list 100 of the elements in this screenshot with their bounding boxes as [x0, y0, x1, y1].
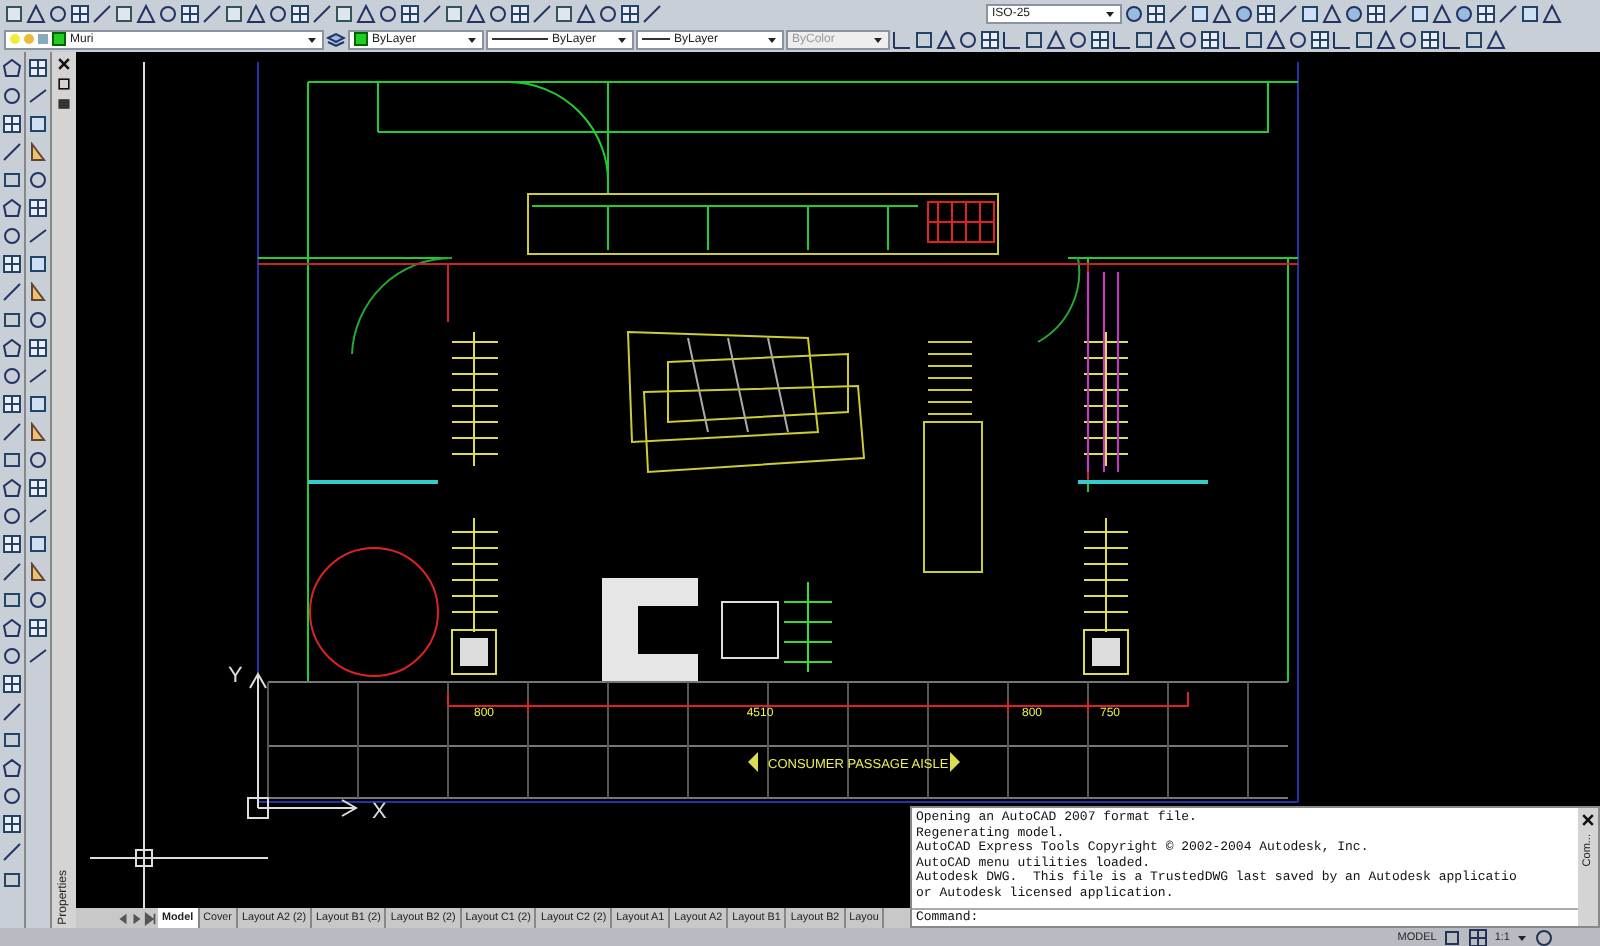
line-icon[interactable]	[2, 702, 22, 722]
grid-icon[interactable]	[2, 674, 22, 694]
square-icon[interactable]	[1442, 927, 1463, 946]
line-icon[interactable]	[2, 142, 22, 162]
circle-icon[interactable]	[1124, 3, 1144, 23]
square-icon[interactable]	[28, 534, 48, 554]
circle-icon[interactable]	[158, 3, 178, 23]
line-icon[interactable]	[28, 226, 48, 246]
square-icon[interactable]	[2, 450, 22, 470]
layers-icon[interactable]	[326, 29, 346, 49]
grid-icon[interactable]	[28, 478, 48, 498]
square-icon[interactable]	[914, 29, 934, 49]
line-icon[interactable]	[1112, 29, 1132, 49]
square-icon[interactable]	[2, 730, 22, 750]
square-icon[interactable]	[444, 3, 464, 23]
grid-icon[interactable]	[290, 3, 310, 23]
grid-icon[interactable]	[2, 814, 22, 834]
square-icon[interactable]	[224, 3, 244, 23]
circle-icon[interactable]	[378, 3, 398, 23]
line-icon[interactable]	[1222, 29, 1242, 49]
square-icon[interactable]	[554, 3, 574, 23]
caret-icon[interactable]	[766, 33, 778, 45]
line-icon[interactable]	[642, 3, 662, 23]
line-icon[interactable]	[532, 3, 552, 23]
square-icon[interactable]	[1244, 29, 1264, 49]
caret-icon[interactable]	[1104, 7, 1116, 19]
grid-icon[interactable]	[1420, 29, 1440, 49]
square-icon[interactable]	[1520, 3, 1540, 23]
circle-icon[interactable]	[488, 3, 508, 23]
circle-icon[interactable]	[28, 590, 48, 610]
line-icon[interactable]	[28, 506, 48, 526]
circle-icon[interactable]	[48, 3, 68, 23]
line-icon[interactable]	[2, 422, 22, 442]
line-icon[interactable]	[892, 29, 912, 49]
grid-icon[interactable]	[1090, 29, 1110, 49]
circle-icon[interactable]	[958, 29, 978, 49]
grid-icon[interactable]	[1310, 29, 1330, 49]
line-icon[interactable]	[202, 3, 222, 23]
circle-icon[interactable]	[2, 86, 22, 106]
circle-icon[interactable]	[2, 366, 22, 386]
line-icon[interactable]	[2, 562, 22, 582]
caret-icon[interactable]	[306, 33, 318, 45]
square-icon[interactable]	[114, 3, 134, 23]
caret-icon[interactable]	[466, 33, 478, 45]
grid-icon[interactable]	[1200, 29, 1220, 49]
circle-icon[interactable]	[268, 3, 288, 23]
line-icon[interactable]	[312, 3, 332, 23]
line-icon[interactable]	[1278, 3, 1298, 23]
circle-icon[interactable]	[28, 170, 48, 190]
grid-icon[interactable]	[1366, 3, 1386, 23]
square-icon[interactable]	[2, 170, 22, 190]
square-icon[interactable]	[1134, 29, 1154, 49]
square-icon[interactable]	[1190, 3, 1210, 23]
grid-icon[interactable]	[2, 114, 22, 134]
circle-icon[interactable]	[1178, 29, 1198, 49]
square-icon[interactable]	[334, 3, 354, 23]
line-icon[interactable]	[1388, 3, 1408, 23]
square-icon[interactable]	[2, 870, 22, 890]
circle-icon[interactable]	[1398, 29, 1418, 49]
line-icon[interactable]	[92, 3, 112, 23]
square-icon[interactable]	[2, 590, 22, 610]
line-icon[interactable]	[2, 842, 22, 862]
grid-icon[interactable]	[2, 394, 22, 414]
square-icon[interactable]	[1354, 29, 1374, 49]
line-icon[interactable]	[2, 282, 22, 302]
line-icon[interactable]	[28, 646, 48, 666]
grid-icon[interactable]	[620, 3, 640, 23]
grid-icon[interactable]	[28, 338, 48, 358]
close-icon[interactable]	[56, 56, 72, 72]
circle-icon[interactable]	[28, 310, 48, 330]
grid-icon[interactable]	[1468, 927, 1489, 946]
square-icon[interactable]	[28, 114, 48, 134]
line-icon[interactable]	[1332, 29, 1352, 49]
grid-icon[interactable]	[28, 198, 48, 218]
grid-icon[interactable]	[400, 3, 420, 23]
grid-icon[interactable]	[28, 618, 48, 638]
grid-icon[interactable]	[510, 3, 530, 23]
caret-icon[interactable]	[616, 33, 628, 45]
square-icon[interactable]	[4, 3, 24, 23]
circle-icon[interactable]	[2, 786, 22, 806]
grid-icon[interactable]	[2, 254, 22, 274]
square-icon[interactable]	[1410, 3, 1430, 23]
line-icon[interactable]	[422, 3, 442, 23]
grid-icon[interactable]	[2, 534, 22, 554]
grid-icon[interactable]	[1256, 3, 1276, 23]
circle-icon[interactable]	[1288, 29, 1308, 49]
line-icon[interactable]	[1498, 3, 1518, 23]
square-icon[interactable]	[1024, 29, 1044, 49]
square-icon[interactable]	[1464, 29, 1484, 49]
circle-icon[interactable]	[28, 450, 48, 470]
line-icon[interactable]	[28, 86, 48, 106]
circle-icon[interactable]	[598, 3, 618, 23]
grid-icon[interactable]	[1146, 3, 1166, 23]
circle-icon[interactable]	[1068, 29, 1088, 49]
square-icon[interactable]	[28, 394, 48, 414]
circle-icon[interactable]	[1454, 3, 1474, 23]
circle-icon[interactable]	[2, 646, 22, 666]
line-icon[interactable]	[1002, 29, 1022, 49]
grid-icon[interactable]	[980, 29, 1000, 49]
grid-icon[interactable]	[180, 3, 200, 23]
